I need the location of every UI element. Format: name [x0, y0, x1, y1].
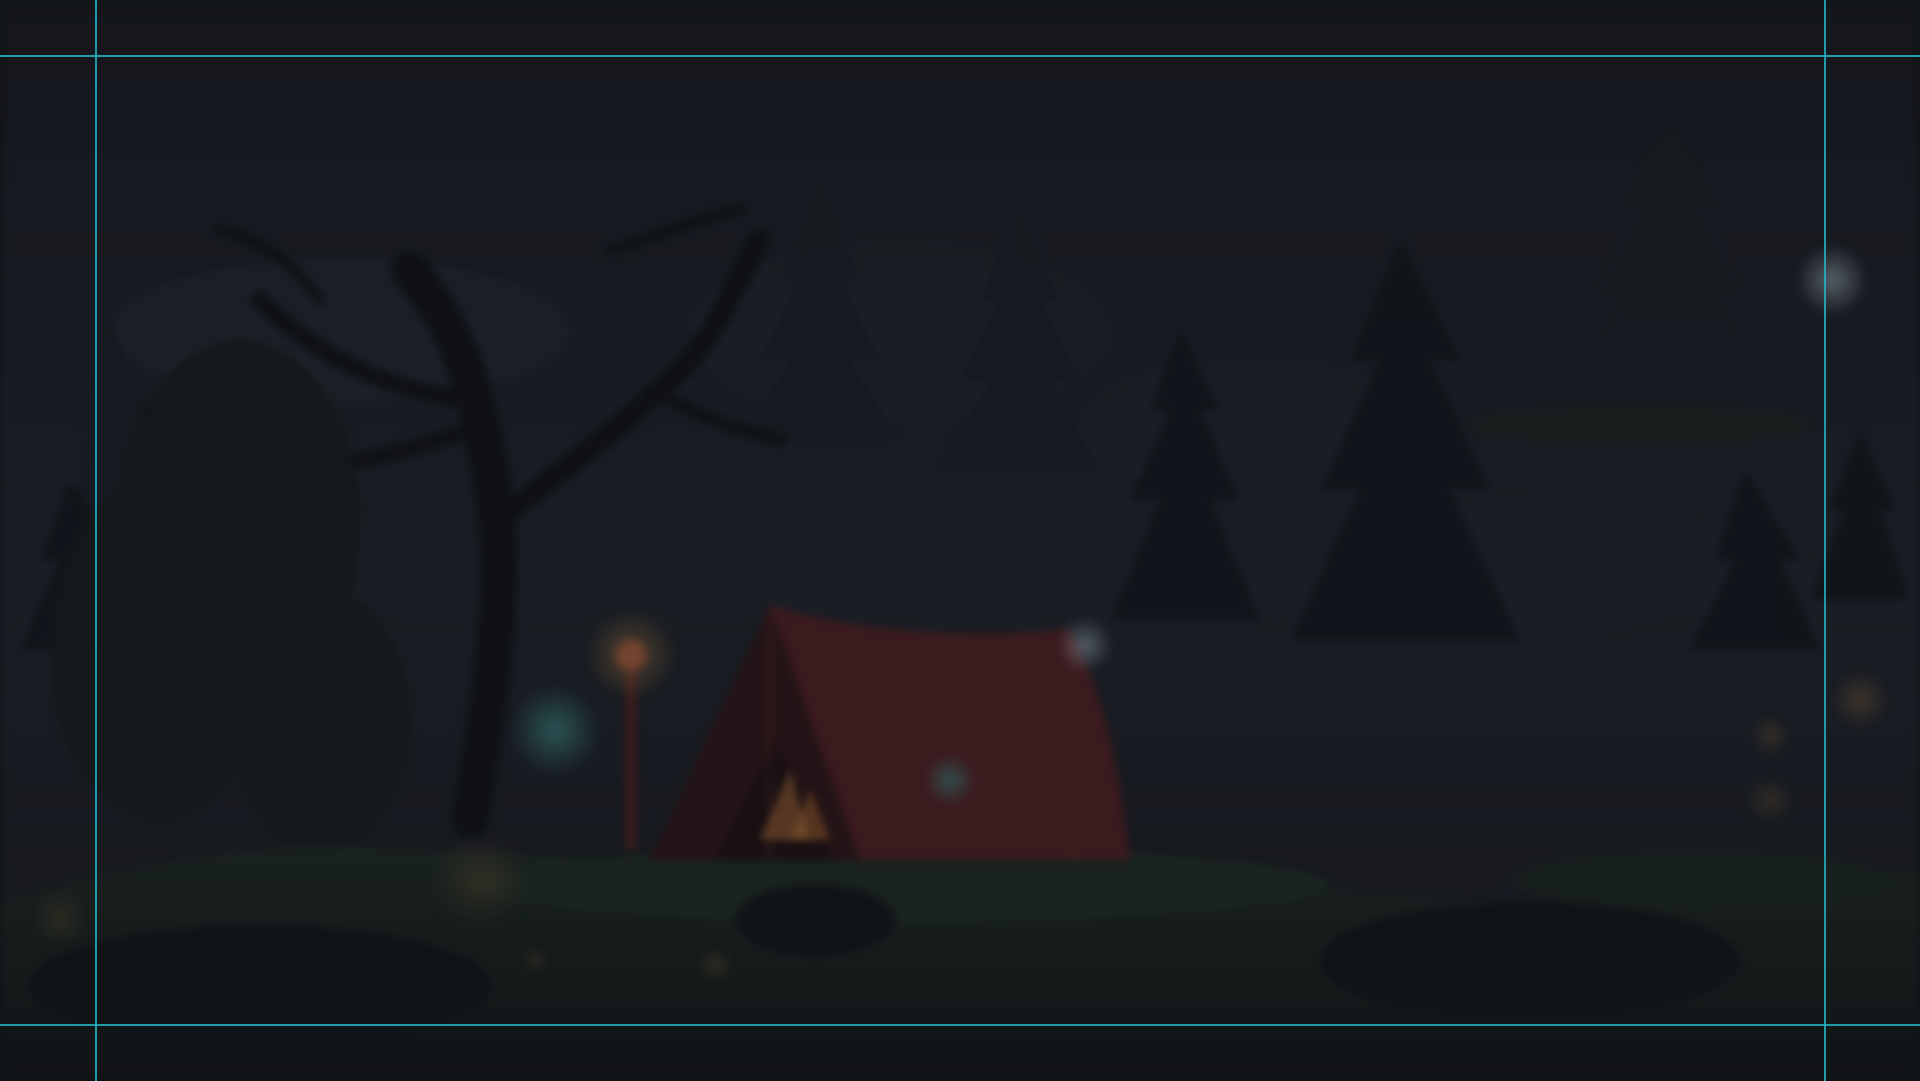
game-screen[interactable] — [0, 0, 1920, 1081]
night-forest-scene — [0, 0, 1920, 1081]
